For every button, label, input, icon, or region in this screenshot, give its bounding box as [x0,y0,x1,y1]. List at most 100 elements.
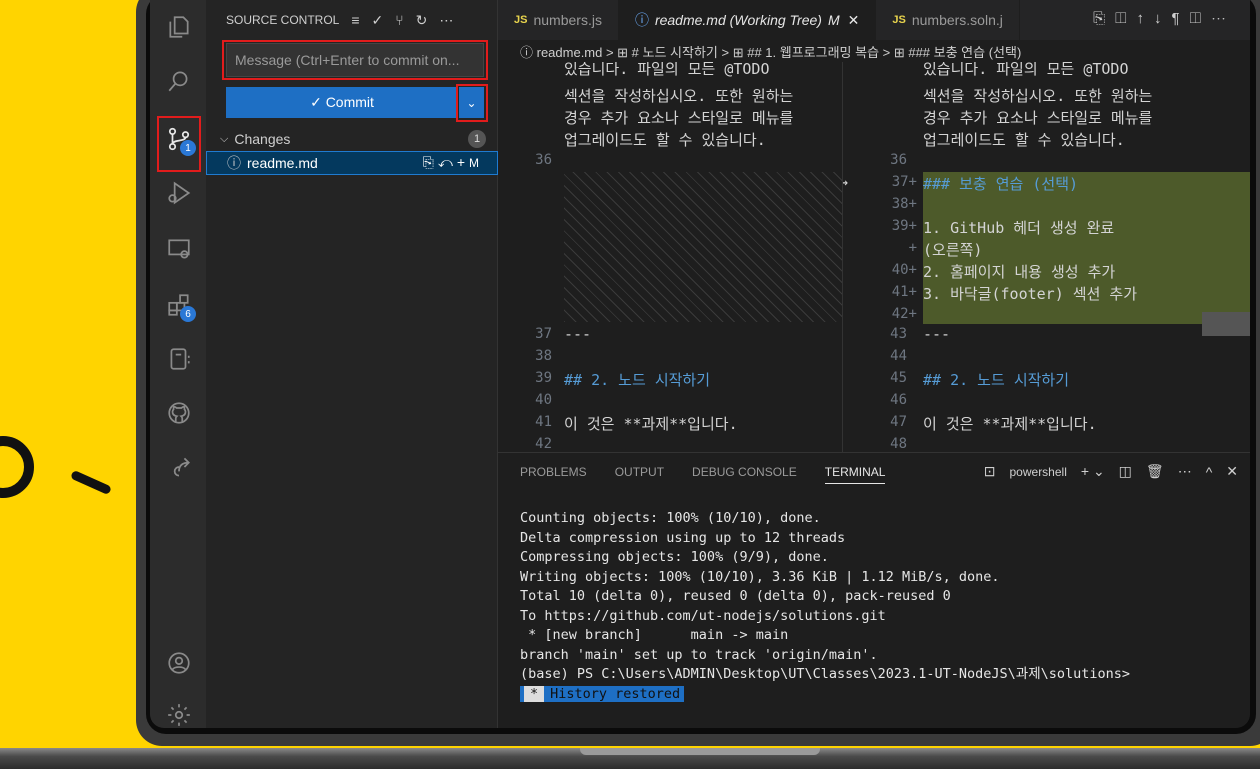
highlight-box [456,84,488,122]
code-line: 이 것은 **과제**입니다. [564,415,738,433]
notebook-icon[interactable] [164,344,194,374]
terminal-panel: PROBLEMS OUTPUT DEBUG CONSOLE TERMINAL ⊡… [498,452,1250,728]
code-line: ## 2. 노드 시작하기 [923,371,1070,389]
javascript-icon: JS [892,14,906,26]
diff-left-pane: 있습니다. 파일의 모든 @TODO 섹션을 작성하십시오. 또한 원하는 경우… [498,62,842,452]
diff-right-pane: 있습니다. 파일의 모든 @TODO 섹션을 작성하십시오. 또한 원하는 경우… [842,62,1250,452]
stage-changes-icon[interactable]: + [457,154,469,170]
tab-label: numbers.soln.j [911,12,1003,28]
tab-terminal[interactable]: TERMINAL [824,465,886,484]
view-as-list-icon[interactable]: ≡ [351,12,359,28]
split-editor-icon[interactable]: ◫ [1190,10,1211,27]
tab-problems[interactable]: PROBLEMS [520,465,587,484]
code-line: 1. GitHub 헤더 생성 완료 [923,219,1115,237]
line-number: 45 [890,370,907,386]
tab-status: M [827,12,840,28]
next-change-icon[interactable]: ↓ [1154,10,1172,27]
trash-icon[interactable]: 🗑 [1146,463,1164,480]
github-icon[interactable] [164,398,194,428]
line-number: 38 [535,348,552,364]
line-number: 37 [535,326,552,342]
editor-tabs: JS numbers.js ⓘ readme.md (Working Tree)… [498,0,1250,40]
run-debug-icon[interactable] [164,178,194,208]
close-icon[interactable]: ✕ [848,12,860,29]
changes-count-badge: 1 [468,130,486,148]
terminal-output[interactable]: Counting objects: 100% (10/10), done. De… [520,509,1130,704]
more-actions-icon[interactable]: ⋯ [1211,10,1236,27]
code-line: 3. 바닥글(footer) 섹션 추가 [923,285,1138,303]
decorative-dash [69,469,113,496]
new-terminal-icon[interactable]: + ⌄ [1081,463,1105,480]
code-line: ### 보충 연습 (선택) [923,175,1079,193]
changes-group[interactable]: ⌵ Changes 1 [206,128,498,150]
previous-change-icon[interactable]: ↑ [1137,10,1155,27]
line-number: 39+ [891,218,917,234]
account-icon[interactable] [164,648,194,678]
line-number: 47 [890,414,907,430]
shell-name[interactable]: powershell [1010,465,1067,479]
changed-file-name: readme.md [247,155,318,171]
editor-actions: ⎘◫↑↓¶◫⋯ [1093,10,1236,27]
code-line: --- [564,325,592,343]
tab-numbers-js[interactable]: JS numbers.js [498,0,619,40]
commit-check-icon[interactable]: ✓ [372,12,384,29]
search-icon[interactable] [164,66,194,96]
line-number: 36 [890,152,907,168]
line-number: 39 [535,370,552,386]
code-line: 경우 추가 요소나 스타일로 메뉴를 [564,109,794,127]
terminal-line: Compressing objects: 100% (9/9), done. [520,549,829,565]
more-actions-icon[interactable]: ⋯ [439,12,453,29]
line-number: 41+ [891,284,917,300]
extensions-icon[interactable]: 6 [164,290,196,322]
toggle-inline-icon[interactable]: ◫ [1115,10,1136,27]
panel-actions: ⊡ powershell + ⌄ ◫ 🗑 ⋯ ^ ✕ [984,463,1238,480]
line-number: 36 [535,152,552,168]
history-star: * [524,685,545,702]
chevron-down-icon: ⌵ [220,132,229,145]
highlight-box [222,40,488,80]
terminal-line: (base) PS C:\Users\ADMIN\Desktop\UT\Clas… [520,666,1131,682]
highlight-box [157,116,201,172]
minimap-slider[interactable] [1202,312,1250,336]
terminal-line: Counting objects: 100% (10/10), done. [520,510,821,526]
discard-changes-icon[interactable]: ↶ [438,154,457,170]
terminal-line: To https://github.com/ut-nodejs/solution… [520,607,886,624]
info-icon: ⓘ [227,155,241,171]
remote-explorer-icon[interactable] [164,234,194,264]
breadcrumb[interactable]: ⓘ readme.md > ⊞ # 노드 시작하기 > ⊞ ## 1. 웹프로그… [498,40,1250,62]
commit-button[interactable]: ✓ Commit [226,87,458,118]
file-actions: ⎘↶+M [423,154,483,171]
refresh-icon[interactable]: ↻ [416,12,428,29]
settings-gear-icon[interactable] [164,700,194,728]
laptop-base [0,748,1260,769]
tab-numbers-soln-js[interactable]: JS numbers.soln.j [876,0,1020,40]
sidebar-header: SOURCE CONTROL ≡ ✓ ⑂ ↻ ⋯ [206,0,498,40]
file-status: M [469,156,483,170]
maximize-panel-icon[interactable]: ^ [1206,464,1213,480]
line-number: 42+ [891,306,917,322]
javascript-icon: JS [514,14,528,26]
terminal-line: Writing objects: 100% (10/10), 3.36 KiB … [520,568,1000,585]
line-number: 37+ [891,174,917,190]
live-share-icon[interactable] [164,452,194,482]
code-line: 섹션을 작성하십시오. 또한 원하는 [564,87,794,105]
open-file-icon[interactable]: ⎘ [1093,10,1115,27]
explorer-icon[interactable] [164,12,194,42]
code-line: 있습니다. 파일의 모든 @TODO [564,62,770,78]
more-actions-icon[interactable]: ⋯ [1178,463,1192,480]
tab-label: numbers.js [533,12,602,28]
whitespace-icon[interactable]: ¶ [1172,10,1190,27]
line-number: 43 [890,326,907,342]
tab-debug-console[interactable]: DEBUG CONSOLE [692,465,797,484]
open-file-icon[interactable]: ⎘ [423,154,438,170]
changed-file-item[interactable]: ⓘ readme.md ⎘↶+M [206,151,498,175]
line-number: 48 [890,436,907,452]
close-panel-icon[interactable]: ✕ [1226,463,1238,480]
line-number: + [908,240,917,256]
tab-readme-working-tree[interactable]: ⓘ readme.md (Working Tree) M ✕ [618,0,877,40]
terminal-line: * [new branch] main -> main [520,627,789,643]
branch-icon[interactable]: ⑂ [395,12,403,28]
split-terminal-icon[interactable]: ◫ [1119,463,1132,480]
tab-output[interactable]: OUTPUT [615,465,664,484]
activity-bar: 1 6 [150,0,206,728]
